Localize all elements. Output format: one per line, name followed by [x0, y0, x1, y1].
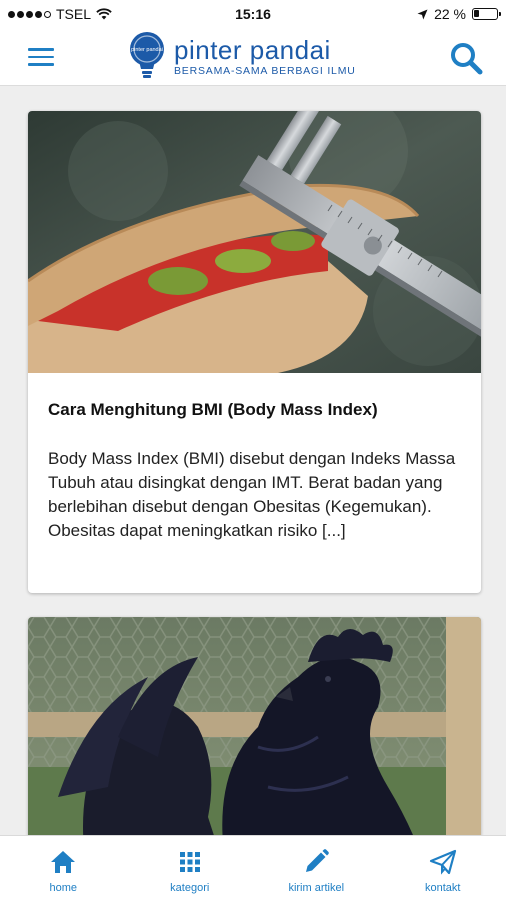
lightbulb-logo-icon: pinter pandai [130, 32, 164, 78]
article-card[interactable]: Cara Menghitung BMI (Body Mass Index) Bo… [28, 111, 481, 593]
nav-kontakt-label: kontakt [425, 882, 461, 894]
nav-home-label: home [49, 882, 78, 894]
battery-icon [472, 8, 501, 20]
article-title[interactable]: Cara Menghitung BMI (Body Mass Index) [48, 399, 461, 421]
nav-kategori-label: kategori [170, 882, 210, 894]
article-image-black-rooster[interactable] [28, 617, 481, 835]
article-card-body: Cara Menghitung BMI (Body Mass Index) Bo… [28, 373, 481, 543]
status-bar: TSEL 15:16 22 % [0, 0, 506, 28]
logo-badge-text: pinter pandai [131, 47, 163, 53]
site-name: pinter pandai [174, 34, 331, 65]
app-header: pinter pandai pinter pandai BERSAMA-SAMA… [0, 28, 506, 86]
app-screen: TSEL 15:16 22 % pinter pandai pinter pan… [0, 0, 506, 900]
nav-home[interactable]: home [0, 836, 127, 900]
site-tagline: BERSAMA-SAMA BERBAGI ILMU [174, 64, 356, 77]
home-icon [51, 851, 76, 873]
status-right: 22 % [417, 6, 501, 22]
nav-kontakt[interactable]: kontakt [380, 836, 506, 900]
article-excerpt: Body Mass Index (BMI) disebut dengan Ind… [48, 449, 456, 540]
location-arrow-icon [417, 9, 428, 19]
logo-text: pinter pandai BERSAMA-SAMA BERBAGI ILMU [174, 36, 356, 77]
article-image-sandwich-caliper[interactable] [28, 111, 481, 373]
pencil-icon [306, 849, 330, 872]
article-feed: Cara Menghitung BMI (Body Mass Index) Bo… [0, 87, 506, 835]
logo[interactable]: pinter pandai pinter pandai BERSAMA-SAMA… [126, 30, 356, 82]
hamburger-menu-icon[interactable] [28, 48, 54, 66]
grid-icon [179, 852, 200, 872]
article-card[interactable] [28, 617, 481, 835]
nav-kategori[interactable]: kategori [127, 836, 254, 900]
nav-kirim-artikel[interactable]: kirim artikel [253, 836, 380, 900]
battery-percent: 22 % [434, 6, 466, 22]
nav-kirim-artikel-label: kirim artikel [288, 882, 345, 894]
bottom-navigation: home kategori kirim artikel kontakt [0, 835, 506, 900]
paper-plane-icon [429, 849, 456, 875]
search-icon[interactable] [448, 40, 484, 76]
